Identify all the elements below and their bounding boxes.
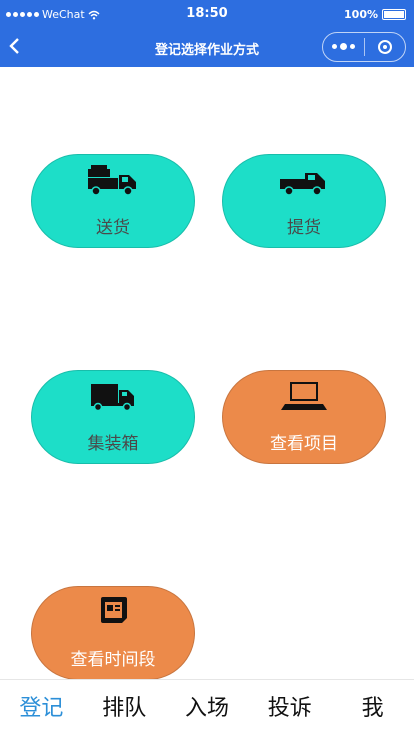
tab-queue[interactable]: 排队	[83, 680, 166, 742]
container-label: 集装箱	[87, 434, 139, 454]
more-options-icon[interactable]	[323, 43, 364, 50]
battery-percent: 100%	[344, 8, 378, 21]
tab-complaint[interactable]: 投诉	[248, 680, 331, 742]
view-timeslots-button[interactable]: 查看时间段	[31, 586, 195, 680]
delivery-button[interactable]: 送货	[31, 154, 195, 248]
status-bar: WeChat 18:50 100%	[0, 0, 414, 30]
tab-entry[interactable]: 入场	[166, 680, 249, 742]
delivery-label: 送货	[96, 218, 130, 238]
laptop-icon	[223, 379, 385, 413]
tab-me[interactable]: 我	[331, 680, 414, 742]
calendar-icon	[32, 595, 194, 629]
view-projects-label: 查看项目	[270, 434, 338, 454]
tab-register[interactable]: 登记	[0, 680, 83, 742]
nav-bar: 登记选择作业方式	[0, 30, 414, 67]
bottom-tab-bar: 登记 排队 入场 投诉 我	[0, 679, 414, 742]
battery-icon	[382, 9, 406, 20]
pickup-button[interactable]: 提货	[222, 154, 386, 248]
pickup-label: 提货	[287, 218, 321, 238]
delivery-truck-icon	[32, 163, 194, 197]
close-mini-program-icon[interactable]	[364, 40, 405, 54]
work-mode-grid: 送货 提货 集装箱 查看项目 查看时间段	[0, 67, 414, 680]
view-timeslots-label: 查看时间段	[70, 650, 156, 670]
battery-status: 100%	[344, 8, 406, 21]
pickup-truck-icon	[223, 163, 385, 197]
view-projects-button[interactable]: 查看项目	[222, 370, 386, 464]
container-button[interactable]: 集装箱	[31, 370, 195, 464]
mini-program-capsule	[322, 32, 406, 62]
container-truck-icon	[32, 379, 194, 413]
